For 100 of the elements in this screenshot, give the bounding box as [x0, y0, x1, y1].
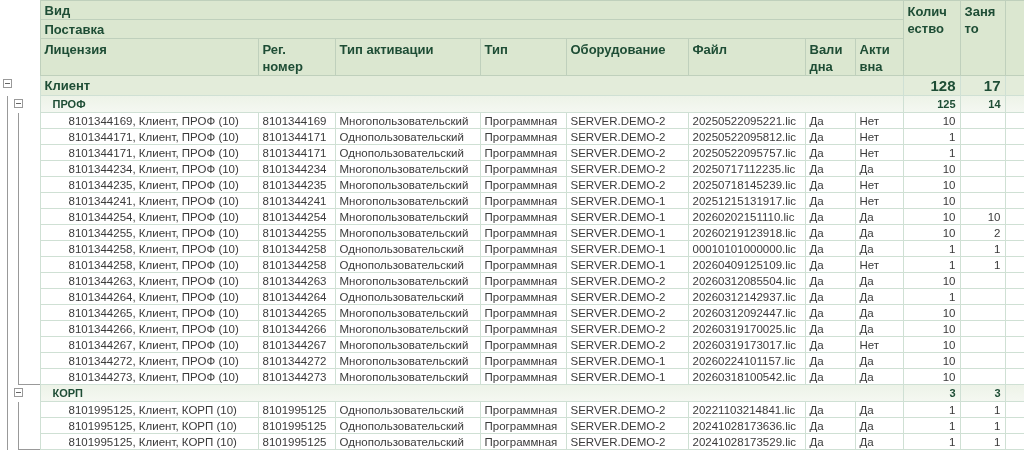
valid-cell: Да [805, 320, 855, 337]
license-cell: 8101344266, Клиент, ПРОФ (10) [40, 320, 258, 337]
reg-number-cell: 8101344272 [258, 352, 335, 369]
active-cell: Да [855, 320, 903, 337]
group-name[interactable]: Клиент [40, 75, 903, 96]
license-cell: 8101995125, Клиент, КОРП (10) [40, 433, 258, 450]
valid-cell: Да [805, 288, 855, 305]
active-cell: Да [855, 352, 903, 369]
file-cell: 20251215131917.lic [688, 192, 805, 209]
type-cell: Программная [480, 352, 566, 369]
active-cell: Да [855, 304, 903, 321]
reg-number-header[interactable]: Рег. номер [258, 38, 335, 76]
type-cell: Программная [480, 320, 566, 337]
type-cell: Программная [480, 336, 566, 353]
valid-header[interactable]: Валидна [805, 38, 855, 76]
type-header[interactable]: Тип [480, 38, 566, 76]
license-cell: 8101344272, Клиент, ПРОФ (10) [40, 352, 258, 369]
license-cell: 8101344234, Клиент, ПРОФ (10) [40, 160, 258, 177]
file-cell: 20260312092447.lic [688, 304, 805, 321]
license-cell: 8101344235, Клиент, ПРОФ (10) [40, 176, 258, 193]
type-cell: Программная [480, 368, 566, 385]
activation-type-header[interactable]: Тип активации [335, 38, 480, 76]
equipment-header[interactable]: Оборудование [566, 38, 688, 76]
subgroup-name[interactable]: КОРП [40, 384, 903, 402]
quantity-header[interactable]: Количество [903, 0, 960, 76]
active-cell: Да [855, 368, 903, 385]
occupied-header[interactable]: Занято [960, 0, 1005, 76]
valid-cell: Да [805, 304, 855, 321]
view-header[interactable]: Вид [40, 0, 903, 20]
quantity-cell: 1 [903, 417, 960, 434]
quantity-cell: 10 [903, 224, 960, 241]
active-cell: Да [855, 288, 903, 305]
active-cell: Нет [855, 144, 903, 161]
valid-cell: Да [805, 176, 855, 193]
activation-type-cell: Многопользовательский [335, 160, 480, 177]
active-cell: Да [855, 240, 903, 257]
occupied-cell: 2 [960, 224, 1005, 241]
valid-cell: Да [805, 224, 855, 241]
equipment-cell: SERVER.DEMO-1 [566, 352, 688, 369]
type-cell: Программная [480, 128, 566, 145]
file-cell: 20250718145239.lic [688, 176, 805, 193]
occupied-cell: 1 [960, 433, 1005, 450]
file-cell: 20260312142937.lic [688, 288, 805, 305]
file-cell: 20260312085504.lic [688, 272, 805, 289]
file-cell: 20241028173529.lic [688, 433, 805, 450]
license-cell: 8101344267, Клиент, ПРОФ (10) [40, 336, 258, 353]
equipment-cell: SERVER.DEMO-1 [566, 224, 688, 241]
valid-cell: Да [805, 256, 855, 273]
activation-type-cell: Многопользовательский [335, 224, 480, 241]
license-cell: 8101344258, Клиент, ПРОФ (10) [40, 240, 258, 257]
quantity-cell: 10 [903, 352, 960, 369]
reg-number-cell: 8101344264 [258, 288, 335, 305]
collapse-icon[interactable] [14, 387, 23, 397]
equipment-cell: SERVER.DEMO-2 [566, 433, 688, 450]
reg-number-cell: 8101344254 [258, 208, 335, 225]
equipment-cell: SERVER.DEMO-2 [566, 128, 688, 145]
activation-type-cell: Многопользовательский [335, 352, 480, 369]
valid-cell: Да [805, 401, 855, 418]
active-cell: Нет [855, 336, 903, 353]
valid-cell: Да [805, 417, 855, 434]
reg-number-cell: 8101344273 [258, 368, 335, 385]
equipment-cell: SERVER.DEMO-2 [566, 176, 688, 193]
subgroup-name[interactable]: ПРОФ [40, 95, 903, 113]
occupied-cell: 1 [960, 401, 1005, 418]
active-header[interactable]: Активна [855, 38, 903, 76]
equipment-cell: SERVER.DEMO-1 [566, 192, 688, 209]
type-cell: Программная [480, 160, 566, 177]
subgroup-quantity: 3 [903, 384, 960, 402]
license-cell: 8101344265, Клиент, ПРОФ (10) [40, 304, 258, 321]
collapse-icon[interactable] [3, 78, 12, 88]
quantity-cell: 10 [903, 176, 960, 193]
activation-type-cell: Однопользовательский [335, 128, 480, 145]
active-cell: Да [855, 401, 903, 418]
group-occupied: 17 [960, 75, 1005, 96]
file-header[interactable]: Файл [688, 38, 805, 76]
type-cell: Программная [480, 417, 566, 434]
license-header[interactable]: Лицензия [40, 38, 258, 76]
active-cell: Нет [855, 256, 903, 273]
equipment-cell: SERVER.DEMO-2 [566, 320, 688, 337]
active-cell: Да [855, 208, 903, 225]
activation-type-cell: Однопользовательский [335, 240, 480, 257]
license-cell: 8101344255, Клиент, ПРОФ (10) [40, 224, 258, 241]
equipment-cell: SERVER.DEMO-2 [566, 336, 688, 353]
quantity-cell: 1 [903, 240, 960, 257]
valid-cell: Да [805, 160, 855, 177]
file-cell: 20250522095812.lic [688, 128, 805, 145]
reg-number-cell: 8101344258 [258, 256, 335, 273]
collapse-icon[interactable] [14, 98, 23, 108]
file-cell: 20260224101157.lic [688, 352, 805, 369]
subgroup-occupied: 14 [960, 95, 1005, 113]
quantity-cell: 10 [903, 208, 960, 225]
license-cell: 8101995125, Клиент, КОРП (10) [40, 401, 258, 418]
type-cell: Программная [480, 272, 566, 289]
reg-number-cell: 8101995125 [258, 401, 335, 418]
equipment-cell: SERVER.DEMO-2 [566, 401, 688, 418]
reg-number-cell: 8101344258 [258, 240, 335, 257]
valid-cell: Да [805, 208, 855, 225]
activation-type-cell: Многопользовательский [335, 192, 480, 209]
quantity-cell: 10 [903, 368, 960, 385]
valid-cell: Да [805, 336, 855, 353]
